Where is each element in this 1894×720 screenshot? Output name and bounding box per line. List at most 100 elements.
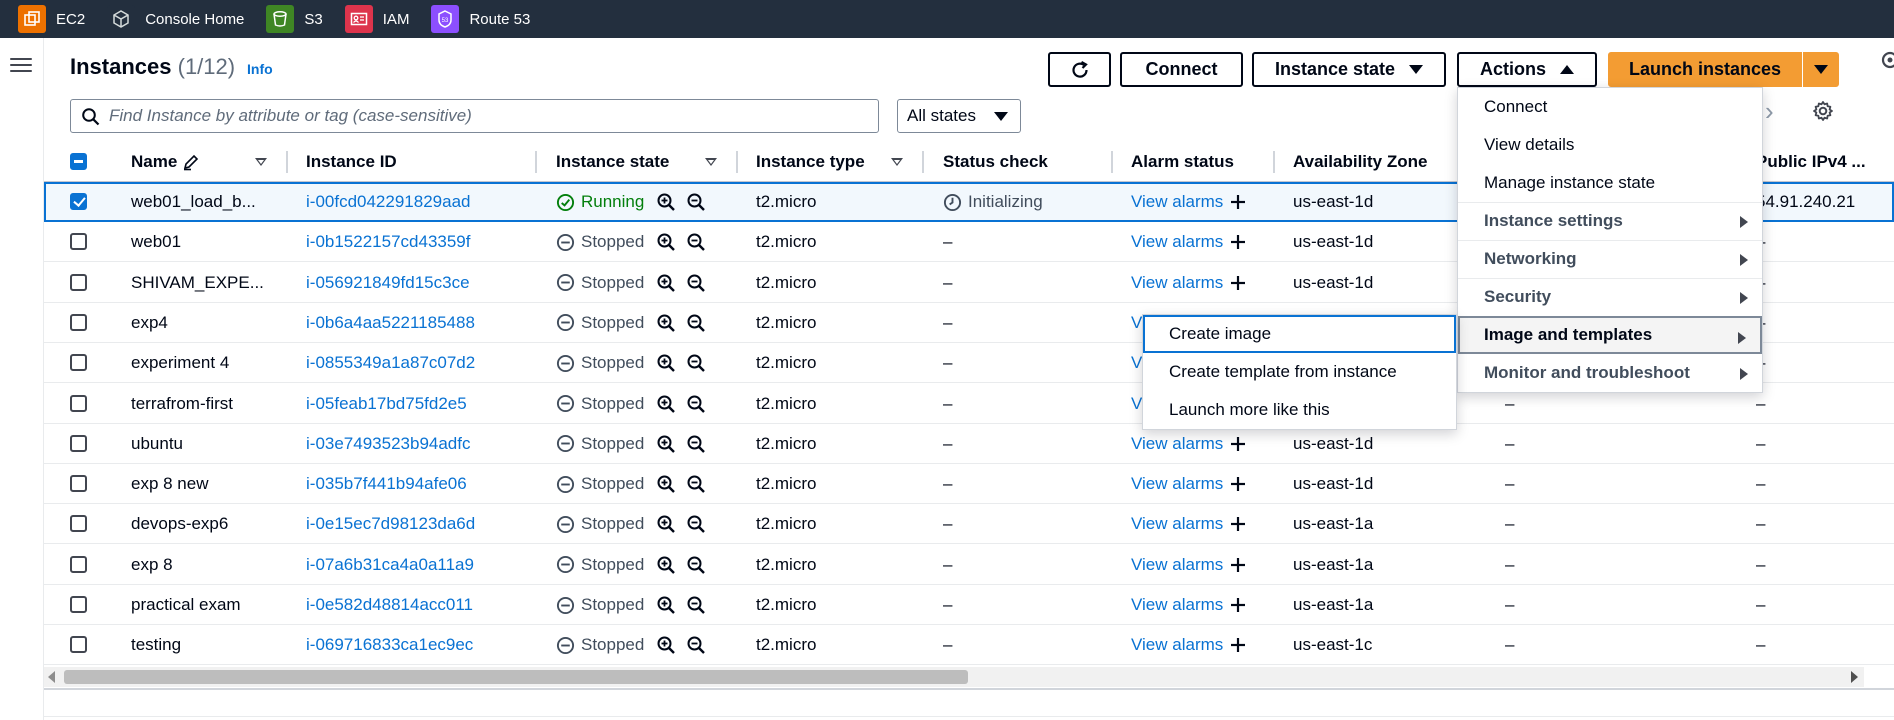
column-resizer[interactable] [286, 151, 288, 173]
zoom-out-icon[interactable] [686, 232, 706, 252]
column-header-availability-zone[interactable]: Availability Zone [1293, 142, 1427, 182]
gear-icon[interactable] [1811, 99, 1835, 123]
submenu-item[interactable]: Launch more like this [1143, 391, 1456, 429]
view-alarms-link[interactable]: View alarms [1131, 474, 1223, 494]
zoom-out-icon[interactable] [686, 514, 706, 534]
select-all-checkbox[interactable] [70, 153, 87, 170]
launch-instances-button[interactable]: Launch instances [1608, 52, 1802, 87]
zoom-out-icon[interactable] [686, 273, 706, 293]
favorite-s3[interactable]: S3 [266, 5, 323, 33]
help-panel-icon[interactable] [1880, 50, 1894, 70]
states-filter-select[interactable]: All states [897, 99, 1021, 133]
column-header-status-check[interactable]: Status check [943, 142, 1048, 182]
actions-menu-item[interactable]: Connect [1458, 88, 1762, 126]
instance-id-link[interactable]: i-0b6a4aa5221185488 [306, 303, 475, 343]
add-alarm-icon[interactable] [1229, 435, 1247, 453]
zoom-in-icon[interactable] [656, 555, 676, 575]
actions-menu-item[interactable]: Networking [1458, 240, 1762, 278]
row-checkbox[interactable] [70, 636, 87, 654]
table-row[interactable]: exp 8 new i-035b7f441b94afe06 Stopped t2.mi… [44, 464, 1894, 505]
scroll-left-icon[interactable] [48, 671, 55, 683]
column-resizer[interactable] [1273, 151, 1275, 173]
add-alarm-icon[interactable] [1229, 233, 1247, 251]
column-resizer[interactable] [736, 151, 738, 173]
favorite-ec2[interactable]: EC2 [18, 5, 85, 33]
zoom-out-icon[interactable] [686, 434, 706, 454]
zoom-in-icon[interactable] [656, 394, 676, 414]
zoom-in-icon[interactable] [656, 232, 676, 252]
add-alarm-icon[interactable] [1229, 475, 1247, 493]
horizontal-scrollbar[interactable] [44, 667, 1864, 687]
row-checkbox[interactable] [70, 434, 87, 452]
table-row[interactable]: exp 8 i-07a6b31ca4a0a11a9 Stopped t2.micro –… [44, 545, 1894, 585]
zoom-out-icon[interactable] [686, 474, 706, 494]
zoom-out-icon[interactable] [686, 635, 706, 655]
view-alarms-link[interactable]: View alarms [1131, 595, 1223, 615]
instance-id-link[interactable]: i-07a6b31ca4a0a11a9 [306, 545, 474, 585]
view-alarms-link[interactable]: View alarms [1131, 514, 1223, 534]
view-alarms-link[interactable]: View alarms [1131, 434, 1223, 454]
view-alarms-link[interactable]: View alarms [1131, 555, 1223, 575]
instance-id-link[interactable]: i-0855349a1a87c07d2 [306, 343, 475, 383]
actions-menu-item[interactable]: Security [1458, 278, 1762, 316]
instance-id-link[interactable]: i-0b1522157cd43359f [306, 222, 470, 262]
zoom-out-icon[interactable] [686, 313, 706, 333]
actions-button[interactable]: Actions [1457, 52, 1597, 87]
zoom-out-icon[interactable] [686, 595, 706, 615]
scroll-right-icon[interactable] [1851, 671, 1858, 683]
table-row[interactable]: testing i-069716833ca1ec9ec Stopped t2.micr… [44, 625, 1894, 666]
row-checkbox[interactable] [70, 515, 87, 533]
info-link[interactable]: Info [247, 61, 273, 77]
column-header-public-ipv4[interactable]: Public IPv4 ... [1756, 142, 1866, 182]
column-header-instance-type[interactable]: Instance type [756, 142, 865, 182]
actions-menu-item[interactable]: Monitor and troubleshoot [1458, 354, 1762, 392]
row-checkbox[interactable] [70, 273, 87, 291]
column-header-instance-state[interactable]: Instance state [556, 142, 669, 182]
actions-menu-item[interactable]: View details [1458, 126, 1762, 164]
add-alarm-icon[interactable] [1229, 515, 1247, 533]
actions-menu-item[interactable]: Instance settings [1458, 202, 1762, 240]
row-checkbox[interactable] [70, 475, 87, 493]
row-checkbox[interactable] [70, 394, 87, 412]
zoom-out-icon[interactable] [686, 555, 706, 575]
instance-state-button[interactable]: Instance state [1252, 52, 1446, 87]
instance-id-link[interactable]: i-0e15ec7d98123da6d [306, 504, 475, 544]
instance-id-link[interactable]: i-069716833ca1ec9ec [306, 625, 473, 665]
refresh-button[interactable] [1048, 52, 1111, 87]
column-header-instance-id[interactable]: Instance ID [306, 142, 397, 182]
zoom-in-icon[interactable] [656, 514, 676, 534]
column-header-name[interactable]: Name [131, 142, 200, 182]
column-resizer[interactable] [922, 151, 924, 173]
instance-id-link[interactable]: i-035b7f441b94afe06 [306, 464, 467, 504]
add-alarm-icon[interactable] [1229, 636, 1247, 654]
zoom-in-icon[interactable] [656, 313, 676, 333]
row-checkbox[interactable] [70, 313, 87, 331]
row-checkbox[interactable] [70, 193, 87, 210]
instance-id-link[interactable]: i-05feab17bd75fd2e5 [306, 384, 467, 424]
zoom-out-icon[interactable] [686, 353, 706, 373]
instance-id-link[interactable]: i-056921849fd15c3ce [306, 263, 470, 303]
zoom-in-icon[interactable] [656, 595, 676, 615]
column-resizer[interactable] [535, 151, 537, 173]
sort-icon[interactable] [705, 158, 717, 166]
zoom-in-icon[interactable] [656, 474, 676, 494]
submenu-item[interactable]: Create template from instance [1143, 353, 1456, 391]
table-row[interactable]: practical exam i-0e582d48814acc011 Stopped… [44, 585, 1894, 625]
add-alarm-icon[interactable] [1229, 596, 1247, 614]
actions-menu-item[interactable]: Image and templates [1458, 316, 1762, 354]
favorite-console-home[interactable]: Console Home [107, 5, 244, 33]
hamburger-menu-icon[interactable] [10, 54, 32, 76]
view-alarms-link[interactable]: View alarms [1131, 232, 1223, 252]
favorite-route53[interactable]: 53 Route 53 [431, 5, 530, 33]
scrollbar-thumb[interactable] [64, 670, 968, 684]
zoom-out-icon[interactable] [686, 394, 706, 414]
row-checkbox[interactable] [70, 555, 87, 573]
row-checkbox[interactable] [70, 233, 87, 251]
zoom-out-icon[interactable] [686, 192, 706, 212]
row-checkbox[interactable] [70, 596, 87, 613]
column-resizer[interactable] [1111, 151, 1113, 173]
table-row[interactable]: ubuntu i-03e7493523b94adfc Stopped t2.micro… [44, 424, 1894, 464]
instance-id-link[interactable]: i-00fcd042291829aad [306, 182, 470, 222]
connect-button[interactable]: Connect [1120, 52, 1243, 87]
zoom-in-icon[interactable] [656, 273, 676, 293]
